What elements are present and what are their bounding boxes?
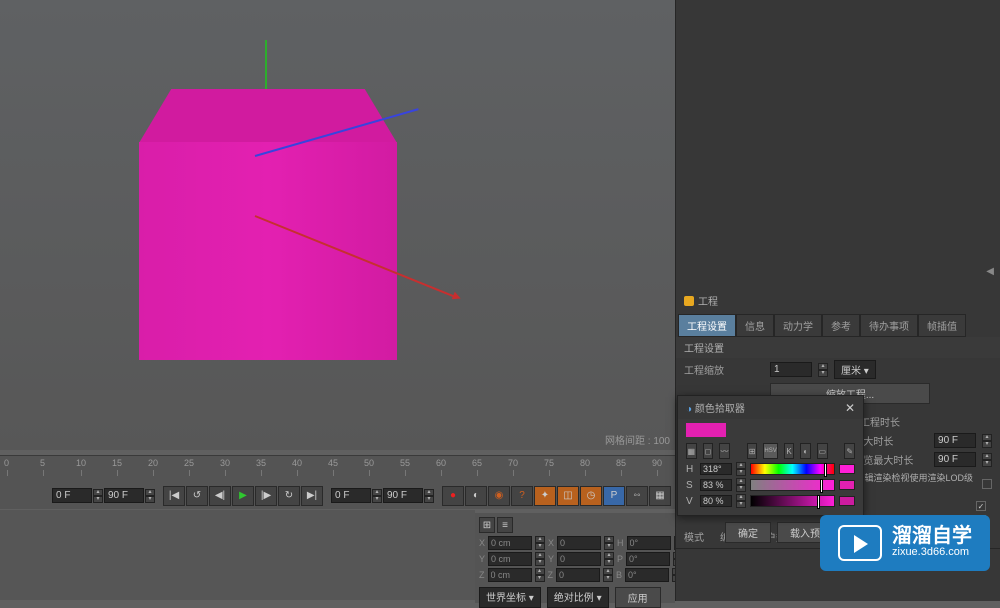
bottom-left-panel [0, 510, 475, 600]
timeline[interactable]: 0 5 10 15 20 25 30 35 40 45 50 55 60 65 … [0, 455, 675, 485]
mixer-icon[interactable]: ◐ [800, 443, 811, 459]
picture-icon[interactable]: ▭ [817, 443, 828, 459]
preview-max-input[interactable] [934, 452, 976, 467]
tab-info[interactable]: 信息 [736, 314, 774, 337]
section-header: 工程设置 [676, 337, 1000, 358]
lod-editor-check[interactable] [982, 479, 992, 489]
spin-up[interactable]: ▴ [93, 489, 103, 496]
coord-icon2[interactable]: ≡ [497, 517, 513, 533]
proj-scale-label: 工程缩放 [684, 362, 764, 377]
pos-z[interactable] [488, 568, 532, 582]
cube-object[interactable] [143, 90, 393, 360]
check1[interactable] [976, 501, 986, 511]
step-fwd-button[interactable]: |▶ [255, 486, 277, 506]
rotate-key-button[interactable]: ◷ [580, 486, 602, 506]
sat-preview [839, 480, 855, 490]
tab-interpolation[interactable]: 帧插值 [918, 314, 966, 337]
curve-icon[interactable]: 〰 [719, 443, 730, 459]
rot-p[interactable] [626, 552, 670, 566]
move-key-button[interactable]: ✦ [534, 486, 556, 506]
unit-select[interactable]: 厘米 ▾ [834, 360, 876, 379]
val-slider[interactable] [750, 495, 835, 507]
eyedropper-icon[interactable]: ✎ [844, 443, 855, 459]
color-picker-title: ◑ 颜色拾取器 [686, 400, 745, 415]
spin-down[interactable]: ▾ [93, 496, 103, 503]
gear-icon [684, 296, 694, 306]
goto-start-button[interactable]: |◀ [163, 486, 185, 506]
max-duration-label: 最大时长 [853, 433, 928, 448]
pos-y[interactable] [488, 552, 532, 566]
misc-button[interactable]: ▦ [649, 486, 671, 506]
play-button[interactable]: ▶ [232, 486, 254, 506]
playback-bar: ▴▾ ▴▾ |◀ ↺ ◀| ▶ |▶ ↻ ▶| ▴▾ ▴▾ ● ◐ ◉ ? ✦ … [0, 482, 675, 509]
rot-b[interactable] [625, 568, 669, 582]
coord-mode2[interactable]: 绝对比例 ▾ [547, 587, 609, 608]
ok-button[interactable]: 确定 [725, 522, 771, 543]
loop-back-button[interactable]: ↺ [186, 486, 208, 506]
hue-slider[interactable] [750, 463, 835, 475]
grid-icon[interactable]: ▦ [686, 443, 697, 459]
pointlevel-button[interactable]: ◦◦ [626, 486, 648, 506]
param-key-button[interactable]: P [603, 486, 625, 506]
tab-reference[interactable]: 参考 [822, 314, 860, 337]
coord-mode1[interactable]: 世界坐标 ▾ [479, 587, 541, 608]
mode-menu[interactable]: 模式 [684, 529, 704, 544]
close-icon[interactable]: ✕ [845, 401, 855, 415]
pos-x[interactable] [488, 536, 532, 550]
sat-slider[interactable] [750, 479, 835, 491]
viewport[interactable]: 网格间距 : 100 [0, 0, 675, 450]
size-x[interactable] [557, 536, 601, 550]
swatches-icon[interactable]: ⊞ [747, 443, 758, 459]
step-back-button[interactable]: ◀| [209, 486, 231, 506]
coord-icon[interactable]: ⊞ [479, 517, 495, 533]
current-frame-input[interactable] [331, 488, 371, 503]
total-frame-input[interactable] [383, 488, 423, 503]
lod-editor-label: 编辑渲染检视使用渲染LOD级别 [856, 471, 977, 497]
apply-button[interactable]: 应用 [615, 587, 661, 608]
tab-todo[interactable]: 待办事项 [860, 314, 918, 337]
tab-project-settings[interactable]: 工程设置 [678, 314, 736, 337]
val-preview [839, 496, 855, 506]
help-button[interactable]: ? [511, 486, 533, 506]
square-icon[interactable]: ◻ [703, 443, 714, 459]
color-picker-dialog: ◑ 颜色拾取器 ✕ ▦ ◻ 〰 ⊞ HSV K ◐ ▭ ✎ H ▴▾ S ▴▾ … [677, 395, 864, 516]
goto-end-button[interactable]: ▶| [301, 486, 323, 506]
tab-dynamics[interactable]: 动力学 [774, 314, 822, 337]
autokey-button[interactable]: ◐ [465, 486, 487, 506]
collapse-arrow-icon[interactable]: ◀ [986, 266, 994, 277]
hue-preview [839, 464, 855, 474]
val-input[interactable] [700, 495, 732, 507]
rot-h[interactable] [627, 536, 671, 550]
preview-max-label: 预览最大时长 [853, 452, 928, 467]
size-y[interactable] [557, 552, 601, 566]
coordinates-panel: ⊞ ≡ X▴▾ X▴▾ H▴▾ Y▴▾ Y▴▾ P▴▾ Z▴▾ Z▴▾ B▴▾ … [475, 513, 675, 603]
grid-spacing-label: 网格间距 : 100 [605, 432, 670, 447]
record-button[interactable]: ● [442, 486, 464, 506]
sat-input[interactable] [700, 479, 732, 491]
watermark: 溜溜自学 zixue.3d66.com [820, 515, 990, 571]
end-frame-input[interactable] [104, 488, 144, 503]
key-button[interactable]: ◉ [488, 486, 510, 506]
loop-fwd-button[interactable]: ↻ [278, 486, 300, 506]
play-logo-icon [838, 525, 882, 561]
start-frame-input[interactable] [52, 488, 92, 503]
size-z[interactable] [556, 568, 600, 582]
color-swatch[interactable] [686, 423, 726, 437]
object-name: 工程 [698, 293, 718, 308]
hsv-icon[interactable]: HSV [763, 443, 777, 459]
proj-duration-label: 工程时长 [860, 414, 940, 429]
hue-input[interactable] [700, 463, 732, 475]
kelvin-icon[interactable]: K [784, 443, 795, 459]
proj-scale-input[interactable] [770, 362, 812, 377]
max-duration-input[interactable] [934, 433, 976, 448]
scale-key-button[interactable]: ◫ [557, 486, 579, 506]
